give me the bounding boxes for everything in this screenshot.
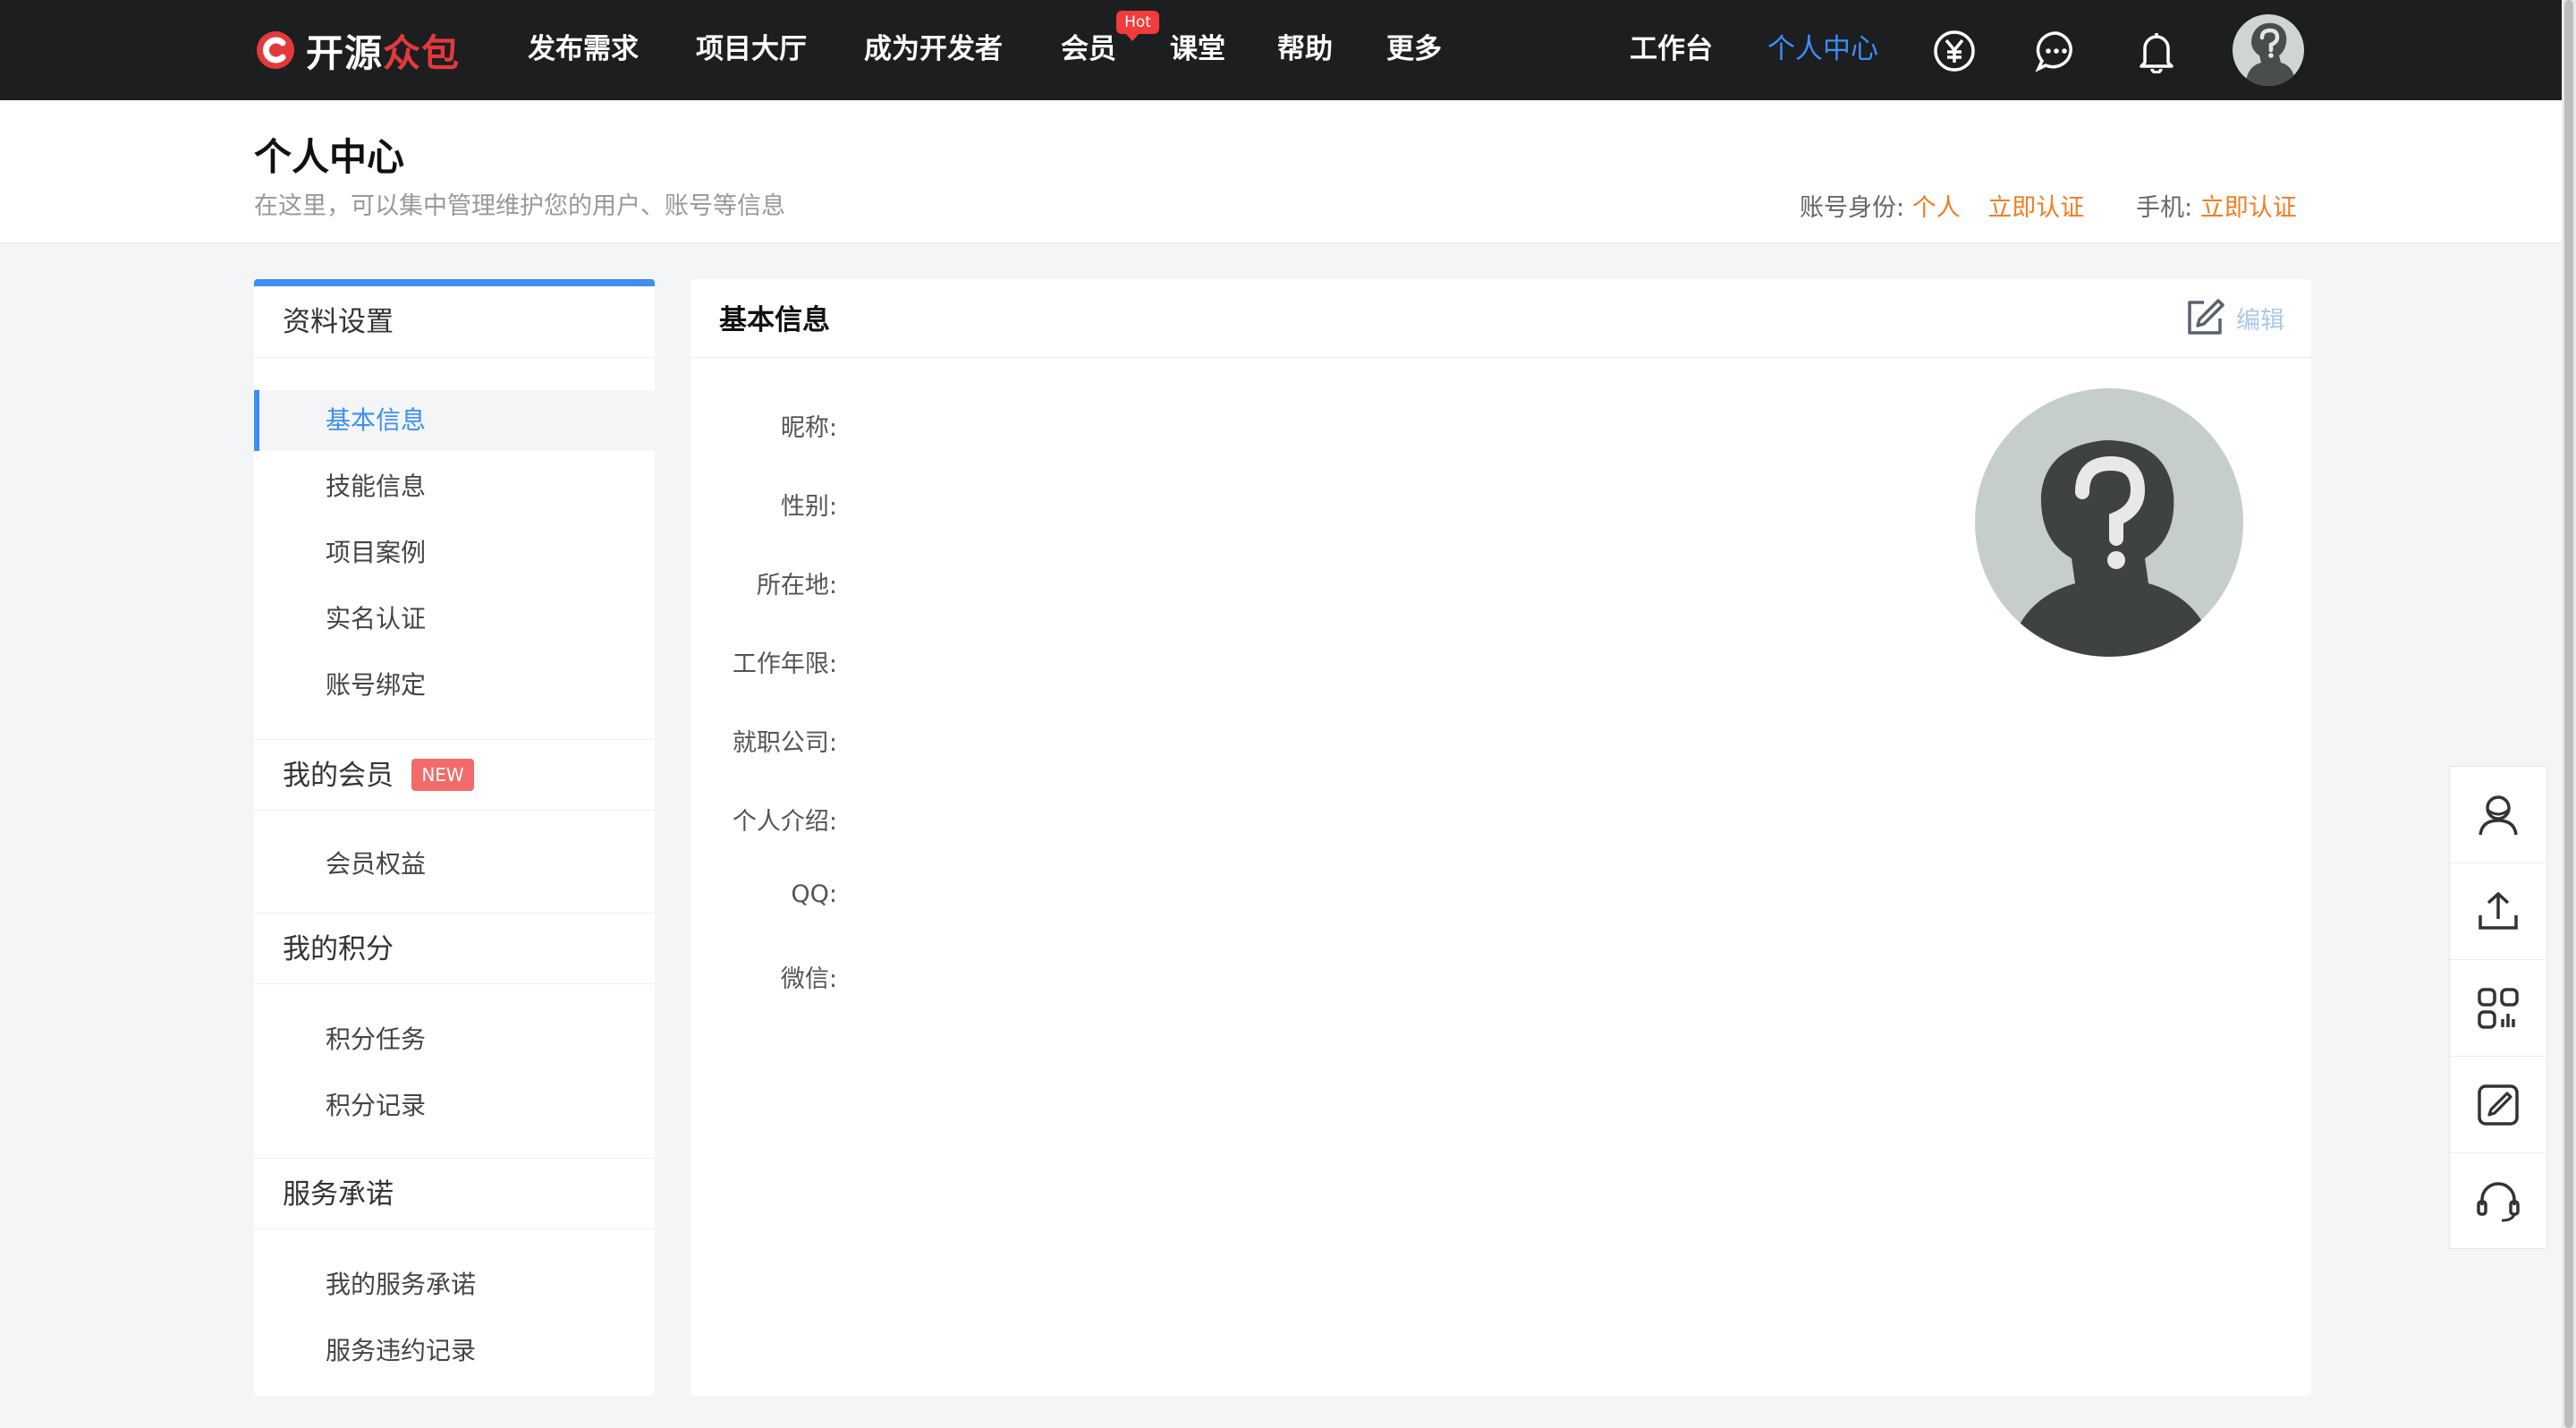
sidebar-item-my-service-commitment[interactable]: 我的服务承诺 bbox=[254, 1254, 655, 1315]
nav-project-hall[interactable]: 项目大厅 bbox=[696, 29, 807, 70]
logo-prefix: 开源 bbox=[306, 30, 384, 75]
nav-more[interactable]: 更多 bbox=[1386, 29, 1442, 70]
yuan-icon[interactable] bbox=[1932, 29, 1977, 73]
logo-suffix: 众包 bbox=[383, 30, 461, 75]
new-badge: NEW bbox=[411, 758, 474, 791]
user-avatar[interactable] bbox=[2233, 14, 2304, 86]
hot-badge: Hot bbox=[1116, 11, 1159, 41]
field-label-company: 就职公司: bbox=[732, 729, 837, 757]
sidebar-group-membership: 我的会员 NEW bbox=[254, 739, 655, 811]
field-label-location: 所在地: bbox=[756, 572, 837, 599]
basic-info-card: 基本信息 编辑 昵称: 性别: 所在地: 工作年限: 就职公司: 个人介绍: Q… bbox=[691, 279, 2311, 1396]
sidebar-item-basic-info[interactable]: 基本信息 bbox=[254, 390, 655, 451]
profile-placeholder-icon bbox=[2011, 440, 2213, 657]
sidebar-item-skill-info[interactable]: 技能信息 bbox=[254, 456, 655, 517]
logo-text: 开源众包 bbox=[306, 23, 460, 78]
nav-publish-demand[interactable]: 发布需求 bbox=[528, 29, 639, 70]
identity-label: 账号身份: bbox=[1800, 194, 1905, 222]
avatar-placeholder-icon bbox=[2245, 22, 2295, 86]
headset-icon bbox=[2477, 1182, 2520, 1222]
nav-help[interactable]: 帮助 bbox=[1277, 29, 1333, 70]
sidebar-item-project-cases[interactable]: 项目案例 bbox=[254, 523, 655, 583]
nav-personal-center[interactable]: 个人中心 bbox=[1767, 29, 1878, 70]
sidebar-item-account-binding[interactable]: 账号绑定 bbox=[254, 655, 655, 716]
nav-membership[interactable]: 会员 bbox=[1061, 29, 1116, 70]
message-icon[interactable] bbox=[2034, 29, 2079, 73]
account-identity: 账号身份: 个人 立即认证 bbox=[1800, 188, 2084, 223]
page-title: 个人中心 bbox=[254, 135, 405, 179]
field-label-work-years: 工作年限: bbox=[732, 650, 837, 678]
user-icon bbox=[2479, 795, 2518, 835]
bell-icon[interactable] bbox=[2134, 29, 2179, 73]
identity-value: 个人 bbox=[1911, 194, 1961, 222]
logo-icon bbox=[257, 31, 294, 69]
nav-workbench[interactable]: 工作台 bbox=[1630, 29, 1713, 70]
phone-verify-link[interactable]: 立即认证 bbox=[2200, 194, 2297, 222]
nav-become-developer[interactable]: 成为开发者 bbox=[864, 29, 1003, 70]
scrollbar-thumb[interactable] bbox=[2564, 0, 2573, 1428]
sidebar-group-profile-settings: 资料设置 bbox=[254, 286, 655, 358]
field-label-gender: 性别: bbox=[780, 493, 837, 521]
site-logo[interactable]: 开源众包 bbox=[254, 25, 460, 75]
identity-verify-link[interactable]: 立即认证 bbox=[1987, 194, 2084, 222]
feedback-button[interactable] bbox=[2450, 1057, 2546, 1153]
apps-button[interactable] bbox=[2450, 960, 2546, 1057]
card-title: 基本信息 bbox=[719, 304, 830, 336]
upload-button[interactable] bbox=[2450, 863, 2546, 960]
apps-icon bbox=[2478, 987, 2519, 1029]
sidebar-item-service-violation-records[interactable]: 服务违约记录 bbox=[254, 1321, 655, 1381]
top-navbar: 开源众包 发布需求 项目大厅 成为开发者 会员 Hot 课堂 帮助 更多 工作台… bbox=[0, 0, 2562, 100]
sidebar-item-real-name-auth[interactable]: 实名认证 bbox=[254, 589, 655, 650]
floating-toolbar bbox=[2449, 766, 2547, 1249]
phone-label: 手机: bbox=[2136, 194, 2193, 222]
upload-icon bbox=[2479, 891, 2518, 930]
field-label-qq: QQ: bbox=[791, 880, 837, 908]
edit-icon bbox=[2478, 1084, 2519, 1126]
profile-photo bbox=[1975, 388, 2243, 657]
phone-info: 手机: 立即认证 bbox=[2136, 188, 2297, 223]
sidebar-item-points-tasks[interactable]: 积分任务 bbox=[254, 1009, 655, 1070]
edit-icon bbox=[2188, 299, 2224, 335]
page-header: 个人中心 在这里，可以集中管理维护您的用户、账号等信息 账号身份: 个人 立即认… bbox=[0, 100, 2562, 243]
sidebar-group-service-commitment: 服务承诺 bbox=[254, 1158, 655, 1229]
customer-profile-button[interactable] bbox=[2450, 767, 2546, 863]
field-label-introduction: 个人介绍: bbox=[732, 808, 837, 836]
card-header: 基本信息 编辑 bbox=[691, 279, 2311, 358]
nav-classroom[interactable]: 课堂 bbox=[1170, 29, 1225, 70]
page-subtitle: 在这里，可以集中管理维护您的用户、账号等信息 bbox=[254, 192, 785, 220]
sidebar-group-points: 我的积分 bbox=[254, 913, 655, 984]
sidebar-group-membership-label: 我的会员 bbox=[283, 760, 394, 792]
field-label-nickname: 昵称: bbox=[780, 414, 837, 442]
customer-service-button[interactable] bbox=[2450, 1153, 2546, 1250]
edit-label: 编辑 bbox=[2236, 306, 2284, 335]
sidebar-item-points-records[interactable]: 积分记录 bbox=[254, 1075, 655, 1136]
edit-button[interactable]: 编辑 bbox=[2184, 297, 2284, 338]
sidebar: 资料设置 基本信息 技能信息 项目案例 实名认证 账号绑定 我的会员 NEW 会员… bbox=[254, 279, 655, 1396]
field-label-wechat: 微信: bbox=[780, 965, 837, 993]
sidebar-item-member-benefits[interactable]: 会员权益 bbox=[254, 834, 655, 895]
